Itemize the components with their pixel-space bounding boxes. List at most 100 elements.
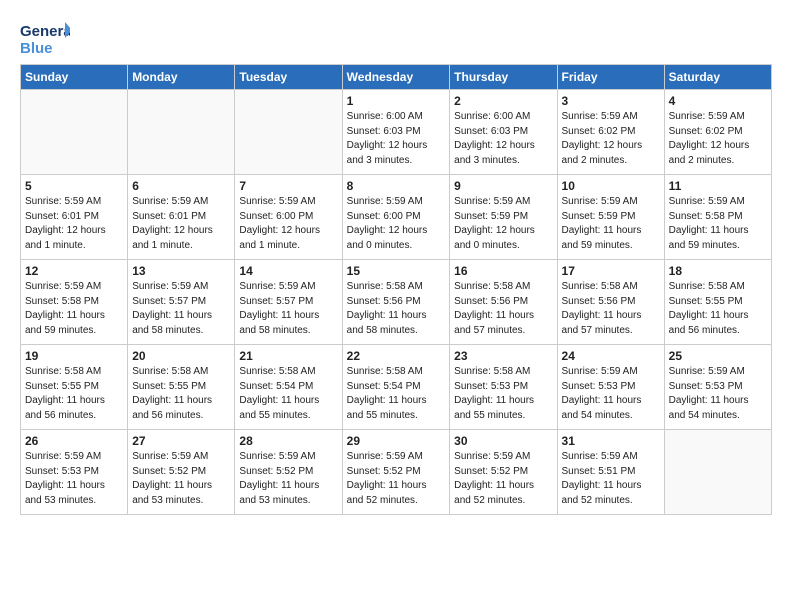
day-number: 2 [454, 94, 552, 108]
day-info: Sunrise: 5:59 AMSunset: 5:58 PMDaylight:… [669, 195, 767, 253]
calendar-cell: 25 Sunrise: 5:59 AMSunset: 5:53 PMDayligh… [664, 345, 771, 430]
day-number: 10 [562, 179, 660, 193]
day-info: Sunrise: 5:58 AMSunset: 5:56 PMDaylight:… [454, 280, 552, 338]
calendar-cell [21, 90, 128, 175]
day-info: Sunrise: 6:00 AMSunset: 6:03 PMDaylight:… [454, 110, 552, 168]
calendar-cell: 28 Sunrise: 5:59 AMSunset: 5:52 PMDayligh… [235, 430, 342, 515]
day-number: 27 [132, 434, 230, 448]
day-info: Sunrise: 5:58 AMSunset: 5:54 PMDaylight:… [347, 365, 446, 423]
day-number: 1 [347, 94, 446, 108]
day-number: 28 [239, 434, 337, 448]
day-number: 22 [347, 349, 446, 363]
day-info: Sunrise: 5:59 AMSunset: 6:01 PMDaylight:… [25, 195, 123, 253]
col-header-wednesday: Wednesday [342, 65, 450, 90]
calendar-cell: 17 Sunrise: 5:58 AMSunset: 5:56 PMDayligh… [557, 260, 664, 345]
calendar-cell: 8Sunrise: 5:59 AMSunset: 6:00 PMDaylight… [342, 175, 450, 260]
calendar-cell: 30Sunrise: 5:59 AMSunset: 5:52 PMDayligh… [450, 430, 557, 515]
day-info: Sunrise: 5:58 AMSunset: 5:53 PMDaylight:… [454, 365, 552, 423]
day-number: 3 [562, 94, 660, 108]
calendar-cell: 3 Sunrise: 5:59 AMSunset: 6:02 PMDaylight… [557, 90, 664, 175]
calendar-cell: 23 Sunrise: 5:58 AMSunset: 5:53 PMDayligh… [450, 345, 557, 430]
day-number: 18 [669, 264, 767, 278]
day-number: 13 [132, 264, 230, 278]
day-number: 29 [347, 434, 446, 448]
day-info: Sunrise: 5:58 AMSunset: 5:55 PMDaylight:… [25, 365, 123, 423]
calendar-cell: 10 Sunrise: 5:59 AMSunset: 5:59 PMDayligh… [557, 175, 664, 260]
day-number: 23 [454, 349, 552, 363]
calendar-cell: 26 Sunrise: 5:59 AMSunset: 5:53 PMDayligh… [21, 430, 128, 515]
day-info: Sunrise: 5:59 AMSunset: 5:58 PMDaylight:… [25, 280, 123, 338]
day-info: Sunrise: 6:00 AMSunset: 6:03 PMDaylight:… [347, 110, 446, 168]
calendar-week-2: 5 Sunrise: 5:59 AMSunset: 6:01 PMDaylight… [21, 175, 772, 260]
day-info: Sunrise: 5:58 AMSunset: 5:54 PMDaylight:… [239, 365, 337, 423]
calendar-week-1: 1 Sunrise: 6:00 AMSunset: 6:03 PMDaylight… [21, 90, 772, 175]
calendar-cell: 24 Sunrise: 5:59 AMSunset: 5:53 PMDayligh… [557, 345, 664, 430]
day-number: 19 [25, 349, 123, 363]
calendar-cell: 27 Sunrise: 5:59 AMSunset: 5:52 PMDayligh… [128, 430, 235, 515]
day-info: Sunrise: 5:58 AMSunset: 5:55 PMDaylight:… [669, 280, 767, 338]
calendar-cell: 29 Sunrise: 5:59 AMSunset: 5:52 PMDayligh… [342, 430, 450, 515]
day-number: 20 [132, 349, 230, 363]
calendar-cell: 31 Sunrise: 5:59 AMSunset: 5:51 PMDayligh… [557, 430, 664, 515]
calendar-week-4: 19 Sunrise: 5:58 AMSunset: 5:55 PMDayligh… [21, 345, 772, 430]
calendar-cell: 7 Sunrise: 5:59 AMSunset: 6:00 PMDaylight… [235, 175, 342, 260]
calendar-cell: 20 Sunrise: 5:58 AMSunset: 5:55 PMDayligh… [128, 345, 235, 430]
day-number: 8 [347, 179, 446, 193]
col-header-sunday: Sunday [21, 65, 128, 90]
calendar-header-row: SundayMondayTuesdayWednesdayThursdayFrid… [21, 65, 772, 90]
logo-svg: General Blue [20, 20, 70, 56]
day-info: Sunrise: 5:59 AMSunset: 5:52 PMDaylight:… [347, 450, 446, 508]
day-info: Sunrise: 5:59 AMSunset: 6:02 PMDaylight:… [669, 110, 767, 168]
calendar-cell [664, 430, 771, 515]
day-number: 25 [669, 349, 767, 363]
day-number: 26 [25, 434, 123, 448]
day-number: 7 [239, 179, 337, 193]
day-number: 5 [25, 179, 123, 193]
day-info: Sunrise: 5:58 AMSunset: 5:56 PMDaylight:… [562, 280, 660, 338]
col-header-monday: Monday [128, 65, 235, 90]
day-number: 21 [239, 349, 337, 363]
day-info: Sunrise: 5:59 AMSunset: 5:53 PMDaylight:… [669, 365, 767, 423]
col-header-thursday: Thursday [450, 65, 557, 90]
col-header-friday: Friday [557, 65, 664, 90]
day-number: 14 [239, 264, 337, 278]
calendar-cell: 21 Sunrise: 5:58 AMSunset: 5:54 PMDayligh… [235, 345, 342, 430]
day-info: Sunrise: 5:59 AMSunset: 5:59 PMDaylight:… [562, 195, 660, 253]
svg-text:Blue: Blue [20, 40, 53, 56]
day-number: 6 [132, 179, 230, 193]
day-info: Sunrise: 5:59 AMSunset: 5:53 PMDaylight:… [562, 365, 660, 423]
day-info: Sunrise: 5:59 AMSunset: 5:53 PMDaylight:… [25, 450, 123, 508]
calendar-cell: 13 Sunrise: 5:59 AMSunset: 5:57 PMDayligh… [128, 260, 235, 345]
calendar-cell: 9Sunrise: 5:59 AMSunset: 5:59 PMDaylight… [450, 175, 557, 260]
page-container: General Blue SundayMondayTuesdayWednesda… [0, 0, 792, 525]
day-info: Sunrise: 5:59 AMSunset: 5:52 PMDaylight:… [239, 450, 337, 508]
day-number: 15 [347, 264, 446, 278]
day-info: Sunrise: 5:59 AMSunset: 5:51 PMDaylight:… [562, 450, 660, 508]
day-info: Sunrise: 5:58 AMSunset: 5:55 PMDaylight:… [132, 365, 230, 423]
calendar-cell: 2 Sunrise: 6:00 AMSunset: 6:03 PMDaylight… [450, 90, 557, 175]
day-number: 24 [562, 349, 660, 363]
calendar-cell: 6Sunrise: 5:59 AMSunset: 6:01 PMDaylight… [128, 175, 235, 260]
day-number: 17 [562, 264, 660, 278]
day-info: Sunrise: 5:59 AMSunset: 5:52 PMDaylight:… [132, 450, 230, 508]
calendar-cell: 11Sunrise: 5:59 AMSunset: 5:58 PMDayligh… [664, 175, 771, 260]
calendar-table: SundayMondayTuesdayWednesdayThursdayFrid… [20, 64, 772, 515]
svg-text:General: General [20, 23, 70, 40]
calendar-week-5: 26 Sunrise: 5:59 AMSunset: 5:53 PMDayligh… [21, 430, 772, 515]
day-info: Sunrise: 5:59 AMSunset: 6:02 PMDaylight:… [562, 110, 660, 168]
calendar-cell: 14 Sunrise: 5:59 AMSunset: 5:57 PMDayligh… [235, 260, 342, 345]
calendar-cell: 22 Sunrise: 5:58 AMSunset: 5:54 PMDayligh… [342, 345, 450, 430]
day-number: 12 [25, 264, 123, 278]
day-info: Sunrise: 5:59 AMSunset: 6:00 PMDaylight:… [239, 195, 337, 253]
day-info: Sunrise: 5:59 AMSunset: 5:59 PMDaylight:… [454, 195, 552, 253]
logo: General Blue [20, 20, 70, 56]
day-info: Sunrise: 5:58 AMSunset: 5:56 PMDaylight:… [347, 280, 446, 338]
day-info: Sunrise: 5:59 AMSunset: 5:57 PMDaylight:… [239, 280, 337, 338]
calendar-cell: 15 Sunrise: 5:58 AMSunset: 5:56 PMDayligh… [342, 260, 450, 345]
calendar-week-3: 12 Sunrise: 5:59 AMSunset: 5:58 PMDayligh… [21, 260, 772, 345]
day-info: Sunrise: 5:59 AMSunset: 5:52 PMDaylight:… [454, 450, 552, 508]
header: General Blue [20, 20, 772, 56]
col-header-tuesday: Tuesday [235, 65, 342, 90]
day-number: 31 [562, 434, 660, 448]
day-info: Sunrise: 5:59 AMSunset: 5:57 PMDaylight:… [132, 280, 230, 338]
